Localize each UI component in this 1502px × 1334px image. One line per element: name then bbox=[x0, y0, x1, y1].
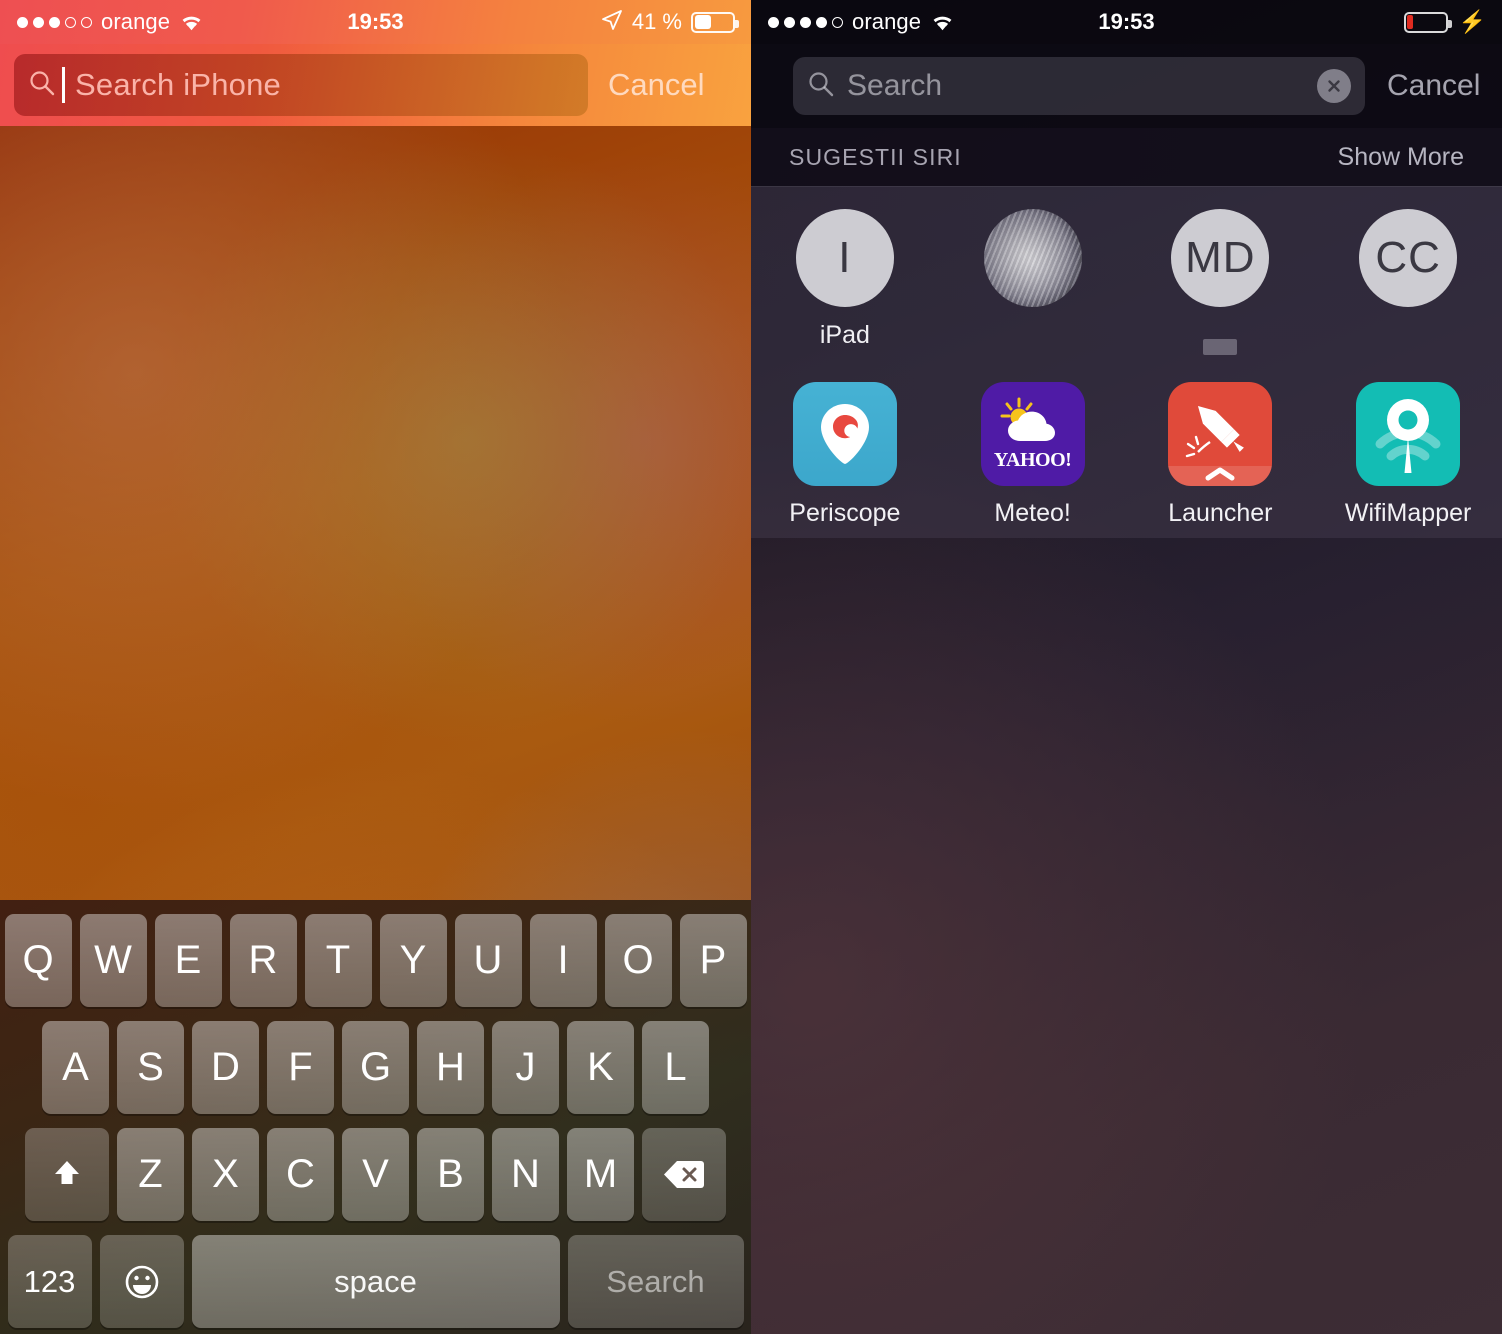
yahoo-wordmark: YAHOO! bbox=[993, 448, 1072, 471]
key-t[interactable]: T bbox=[304, 914, 372, 1007]
yahoo-weather-icon: YAHOO! bbox=[980, 382, 1085, 486]
right-status-bar: orange 19:53 ⚡ bbox=[751, 0, 1502, 44]
battery-percent-label: 41 % bbox=[631, 9, 682, 34]
avatar: I bbox=[795, 209, 894, 307]
search-icon bbox=[807, 70, 835, 103]
key-i[interactable]: I bbox=[529, 914, 597, 1007]
wifimapper-pin-icon bbox=[1356, 382, 1461, 486]
battery-icon bbox=[1403, 11, 1452, 33]
app-label: Periscope bbox=[789, 499, 901, 527]
key-s[interactable]: S bbox=[117, 1021, 184, 1114]
suggested-contacts-row: I iPad MD CC bbox=[751, 187, 1502, 362]
contact-item[interactable]: I iPad bbox=[751, 209, 939, 362]
avatar: MD bbox=[1171, 209, 1270, 307]
key-u[interactable]: U bbox=[454, 914, 522, 1007]
app-label: WifiMapper bbox=[1344, 499, 1472, 527]
app-item-launcher[interactable]: Launcher bbox=[1127, 382, 1315, 528]
lightning-bolt-icon: ⚡ bbox=[1458, 9, 1486, 34]
clock-time: 19:53 bbox=[1098, 9, 1155, 34]
numbers-key[interactable]: 123 bbox=[7, 1235, 92, 1328]
app-label: Meteo! bbox=[994, 499, 1071, 527]
app-item-wifimapper[interactable]: WifiMapper bbox=[1314, 382, 1502, 528]
key-d[interactable]: D bbox=[192, 1021, 259, 1114]
contact-label bbox=[1203, 321, 1238, 362]
avatar bbox=[983, 209, 1082, 307]
contact-item[interactable]: CC bbox=[1314, 209, 1502, 362]
right-status-right-group: ⚡ bbox=[1403, 9, 1486, 35]
key-y[interactable]: Y bbox=[379, 914, 447, 1007]
key-n[interactable]: N bbox=[492, 1128, 559, 1221]
key-p[interactable]: P bbox=[679, 914, 747, 1007]
cancel-button[interactable]: Cancel bbox=[608, 67, 705, 103]
emoji-smiley-icon[interactable] bbox=[99, 1235, 184, 1328]
siri-suggestions-header: SUGESTII SIRI Show More bbox=[751, 128, 1502, 186]
key-b[interactable]: B bbox=[417, 1128, 484, 1221]
app-item-periscope[interactable]: Periscope bbox=[751, 382, 939, 528]
search-icon bbox=[28, 69, 56, 102]
suggested-apps-row: Periscope YAHOO! Meteo! Launcher WifiMap… bbox=[751, 362, 1502, 528]
key-j[interactable]: J bbox=[492, 1021, 559, 1114]
contact-item[interactable] bbox=[939, 209, 1127, 362]
left-status-right-group: 41 % bbox=[601, 9, 739, 36]
search-input[interactable]: Search iPhone bbox=[14, 54, 588, 116]
avatar: CC bbox=[1359, 209, 1458, 307]
battery-icon bbox=[691, 11, 739, 33]
clear-circle-x-icon[interactable] bbox=[1317, 69, 1351, 103]
keyboard-row-2: A S D F G H J K L bbox=[0, 1021, 751, 1114]
backspace-icon[interactable] bbox=[642, 1128, 726, 1221]
section-title: SUGESTII SIRI bbox=[789, 143, 962, 170]
keyboard-row-3: Z X C V B N M bbox=[0, 1128, 751, 1221]
key-m[interactable]: M bbox=[567, 1128, 634, 1221]
key-g[interactable]: G bbox=[342, 1021, 409, 1114]
search-placeholder: Search iPhone bbox=[75, 67, 281, 102]
key-r[interactable]: R bbox=[229, 914, 297, 1007]
key-l[interactable]: L bbox=[642, 1021, 709, 1114]
right-phone-screen: orange 19:53 ⚡ Search Cancel SUGESTII SI… bbox=[751, 0, 1502, 1334]
key-w[interactable]: W bbox=[79, 914, 147, 1007]
left-phone-screen: orange 19:53 41 % Search iPhone Cancel Q… bbox=[0, 0, 751, 1334]
right-search-bar: Search Cancel bbox=[751, 44, 1502, 128]
contact-label: iPad bbox=[819, 321, 870, 349]
cancel-button[interactable]: Cancel bbox=[1387, 69, 1480, 103]
key-h[interactable]: H bbox=[417, 1021, 484, 1114]
dual-screenshot-comparison: orange 19:53 41 % Search iPhone Cancel Q… bbox=[0, 0, 1502, 1334]
key-a[interactable]: A bbox=[42, 1021, 109, 1114]
onscreen-keyboard: Q W E R T Y U I O P A S D F G H J K L Z … bbox=[0, 900, 751, 1334]
search-key[interactable]: Search bbox=[567, 1235, 744, 1328]
text-caret bbox=[62, 67, 65, 103]
siri-suggestions-card: I iPad MD CC Periscope YAHOO! Meteo! Lau… bbox=[751, 186, 1502, 538]
location-arrow-icon bbox=[601, 9, 623, 36]
show-more-button[interactable]: Show More bbox=[1338, 143, 1464, 172]
key-k[interactable]: K bbox=[567, 1021, 634, 1114]
key-e[interactable]: E bbox=[154, 914, 222, 1007]
left-status-bar: orange 19:53 41 % bbox=[0, 0, 751, 44]
shift-arrow-icon[interactable] bbox=[25, 1128, 109, 1221]
contact-item[interactable]: MD bbox=[1127, 209, 1315, 362]
keyboard-row-1: Q W E R T Y U I O P bbox=[0, 914, 751, 1007]
key-x[interactable]: X bbox=[192, 1128, 259, 1221]
key-o[interactable]: O bbox=[604, 914, 672, 1007]
key-q[interactable]: Q bbox=[4, 914, 72, 1007]
search-placeholder: Search bbox=[847, 69, 943, 102]
key-v[interactable]: V bbox=[342, 1128, 409, 1221]
launcher-rocket-icon bbox=[1168, 382, 1273, 486]
periscope-icon bbox=[792, 382, 897, 486]
key-z[interactable]: Z bbox=[117, 1128, 184, 1221]
space-key[interactable]: space bbox=[191, 1235, 560, 1328]
redacted-label-bar bbox=[1203, 339, 1238, 355]
left-search-bar: Search iPhone Cancel bbox=[0, 44, 751, 126]
key-c[interactable]: C bbox=[267, 1128, 334, 1221]
keyboard-row-4: 123 space Search bbox=[0, 1235, 751, 1328]
app-label: Launcher bbox=[1168, 499, 1273, 527]
key-f[interactable]: F bbox=[267, 1021, 334, 1114]
search-input[interactable]: Search bbox=[793, 57, 1365, 115]
app-item-meteo[interactable]: YAHOO! Meteo! bbox=[939, 382, 1127, 528]
